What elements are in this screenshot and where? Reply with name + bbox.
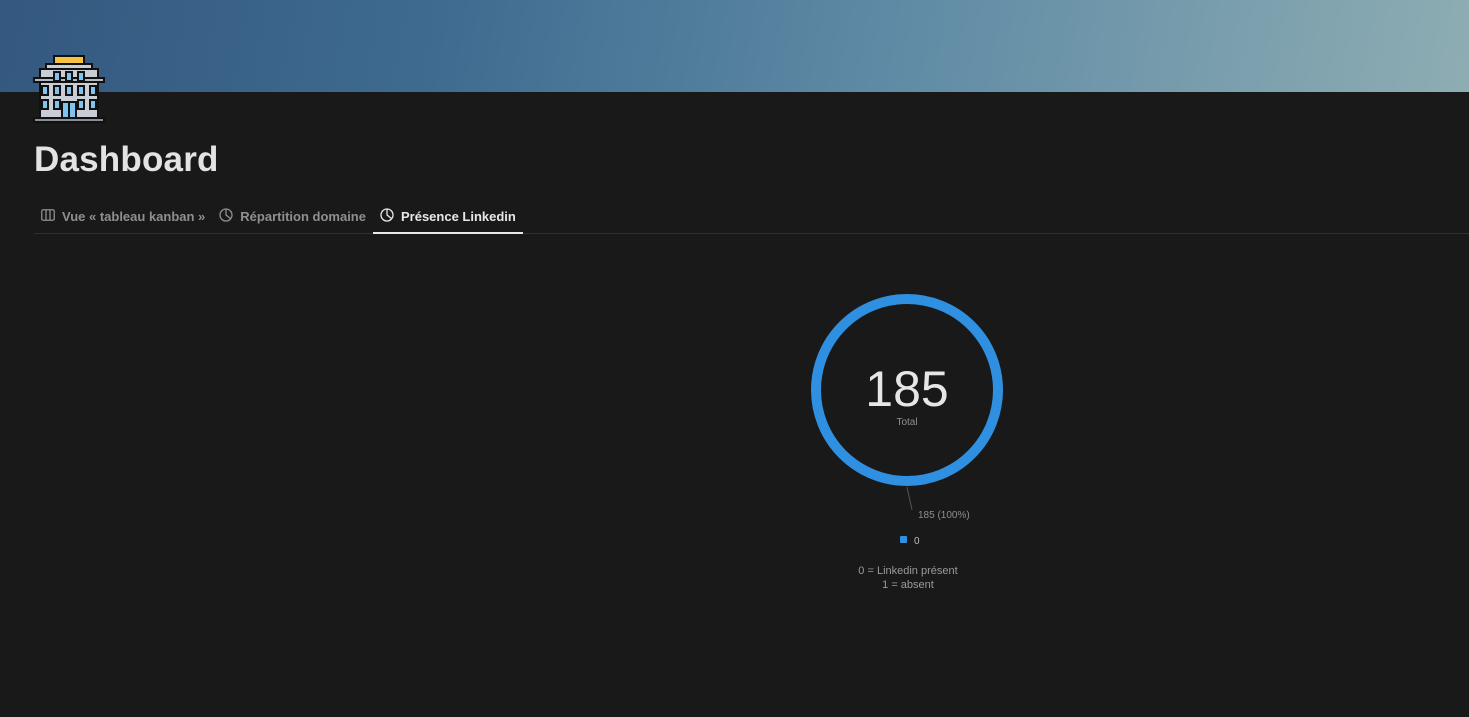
slice-leader-line	[906, 486, 913, 511]
tab-label: Vue « tableau kanban »	[62, 209, 206, 224]
slice-data-label: 185 (100%)	[918, 510, 970, 521]
page-cover	[0, 0, 1469, 92]
tab-label: Répartition domaine	[240, 209, 366, 224]
tab-repartition-domaine[interactable]: Répartition domaine	[212, 200, 373, 233]
legend-label[interactable]: 0	[914, 536, 920, 547]
office-building-icon[interactable]	[32, 54, 106, 124]
donut-chart: 185 (100%) 185 Total 0	[0, 234, 1469, 717]
page-title: Dashboard	[34, 140, 219, 179]
legend-swatch	[900, 536, 907, 543]
chart-caption: 0 = Linkedin présent 1 = absent	[808, 564, 1008, 592]
tab-label: Présence Linkedin	[400, 209, 516, 224]
caption-line: 0 = Linkedin présent	[858, 565, 958, 577]
center-label: Total	[896, 417, 917, 428]
tab-presence-linkedin[interactable]: Présence Linkedin	[372, 200, 523, 234]
center-value: 185	[865, 361, 948, 417]
board-icon	[41, 209, 55, 224]
pie-chart-icon	[380, 208, 394, 225]
pie-chart-icon	[219, 208, 233, 225]
donut-chart-svg: 185 (100%) 185 Total 0	[811, 294, 1003, 547]
caption-line: 1 = absent	[882, 579, 934, 591]
view-tabs: Vue « tableau kanban » Répartition domai…	[34, 200, 1469, 234]
tab-kanban[interactable]: Vue « tableau kanban »	[34, 200, 212, 233]
